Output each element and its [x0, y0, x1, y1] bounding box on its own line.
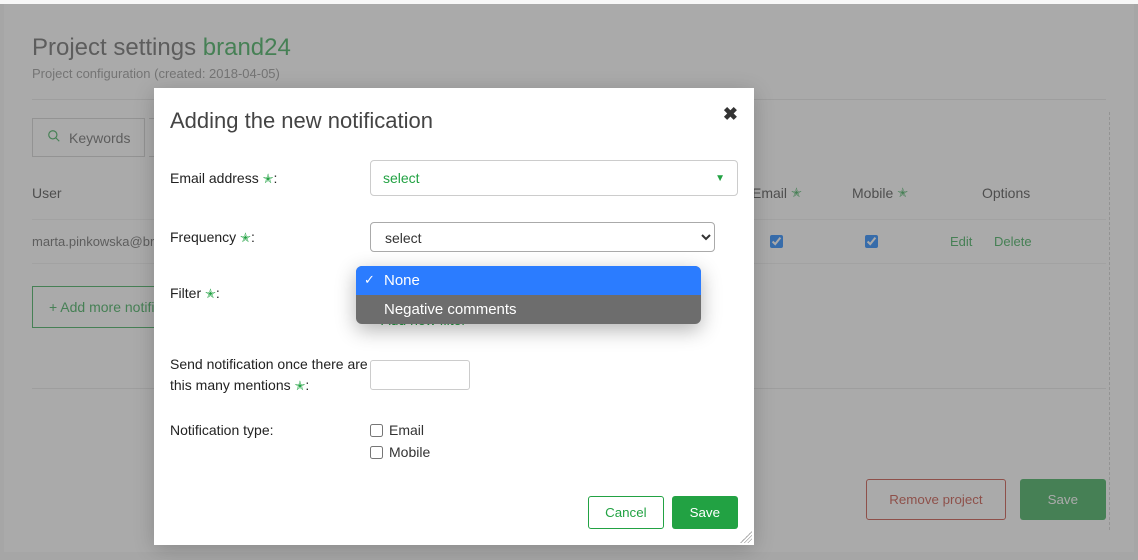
checkbox-email-label: Email — [389, 422, 424, 438]
save-button[interactable]: Save — [672, 496, 738, 529]
label-filter: Filter ✭: — [170, 285, 370, 302]
modal-title: Adding the new notification — [170, 108, 738, 134]
star-icon: ✭ — [295, 376, 306, 396]
cancel-button[interactable]: Cancel — [588, 496, 664, 529]
star-icon: ✭ — [205, 286, 216, 302]
dropdown-option-none[interactable]: None — [356, 266, 701, 295]
checkbox-mobile-label: Mobile — [389, 444, 430, 460]
resize-handle[interactable] — [740, 531, 752, 543]
label-mentions: Send notification once there are this ma… — [170, 354, 370, 396]
checkbox-email[interactable] — [370, 424, 383, 437]
star-icon: ✭ — [240, 230, 251, 246]
frequency-select[interactable]: select — [370, 222, 715, 252]
checkbox-mobile[interactable] — [370, 446, 383, 459]
dropdown-option-negative[interactable]: Negative comments — [356, 295, 701, 324]
chevron-down-icon: ▼ — [715, 173, 725, 184]
close-icon[interactable]: ✖ — [723, 104, 738, 125]
label-notif-type: Notification type: — [170, 422, 370, 438]
mentions-input[interactable] — [370, 360, 470, 390]
filter-dropdown: None Negative comments — [356, 266, 701, 324]
label-frequency: Frequency ✭: — [170, 229, 370, 246]
star-icon: ✭ — [263, 171, 274, 187]
label-email: Email address ✭: — [170, 170, 370, 187]
email-select[interactable]: select ▼ — [370, 160, 738, 196]
